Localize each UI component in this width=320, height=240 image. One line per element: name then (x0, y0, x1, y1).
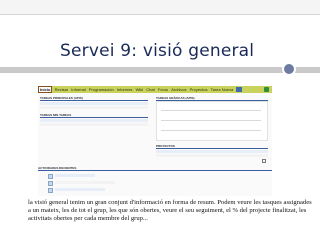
presentation-slide: Servei 9: visió general Inicio Revisar I… (0, 0, 320, 240)
slide-title: Servei 9: visió general (60, 41, 255, 61)
expand-icon[interactable] (262, 159, 266, 163)
activity-entry[interactable] (55, 181, 115, 184)
tab-informal[interactable]: Informal (70, 86, 86, 93)
chart-gridline (161, 120, 261, 121)
activity-entry[interactable] (55, 188, 105, 191)
tab-proyectos[interactable]: Proyectos (189, 86, 209, 93)
tab-revisar[interactable]: Revisar (54, 86, 70, 93)
embedded-screenshot: Inicio Revisar Informal Programación Inf… (38, 86, 272, 196)
list-item[interactable] (156, 150, 268, 153)
tab-archivos[interactable]: Archivos (170, 86, 187, 93)
panel-header-proyectos: PROYECTOS (156, 144, 268, 149)
list-item[interactable] (40, 102, 148, 105)
panel-header-tareas-mis-tareas: TAREAS MIS TAREAS (40, 113, 148, 118)
decorative-bar (0, 67, 320, 73)
list-item[interactable] (40, 123, 148, 126)
list-item[interactable] (40, 106, 148, 109)
tab-inicio[interactable]: Inicio (38, 86, 53, 93)
app-tab-bar: Inicio Revisar Informal Programación Inf… (38, 86, 272, 93)
panel-header-tareas-principales: TAREAS PRINCIPALES (APIS) (40, 96, 148, 101)
slide-top-band (0, 0, 320, 14)
chart-gridline (161, 110, 261, 111)
tasks-chart-area (156, 101, 268, 141)
slide-caption: la visió general tenim un gran conjunt d… (28, 199, 312, 222)
tab-informes[interactable]: Informes (116, 86, 134, 93)
activity-thumbnail[interactable] (48, 181, 53, 186)
tab-wiki[interactable]: Wiki (135, 86, 145, 93)
home-icon[interactable] (236, 87, 243, 93)
list-item[interactable] (156, 154, 268, 157)
tab-programacion[interactable]: Programación (88, 86, 115, 93)
activity-entry[interactable] (55, 174, 95, 177)
gear-icon[interactable] (264, 87, 269, 92)
activity-thumbnail[interactable] (48, 174, 53, 179)
tab-tarea-nueva[interactable]: Tarea Nueva (210, 86, 235, 93)
tab-foros[interactable]: Foros (157, 86, 169, 93)
tab-chat[interactable]: Chat (145, 86, 155, 93)
slide-top-divider (0, 14, 320, 15)
chart-gridline (161, 130, 261, 131)
panel-header-actividades: ACTIVIDADES RECIENTES (38, 166, 272, 171)
list-item[interactable] (40, 119, 148, 122)
decorative-circle (282, 62, 296, 76)
activity-thumbnail[interactable] (48, 188, 53, 193)
